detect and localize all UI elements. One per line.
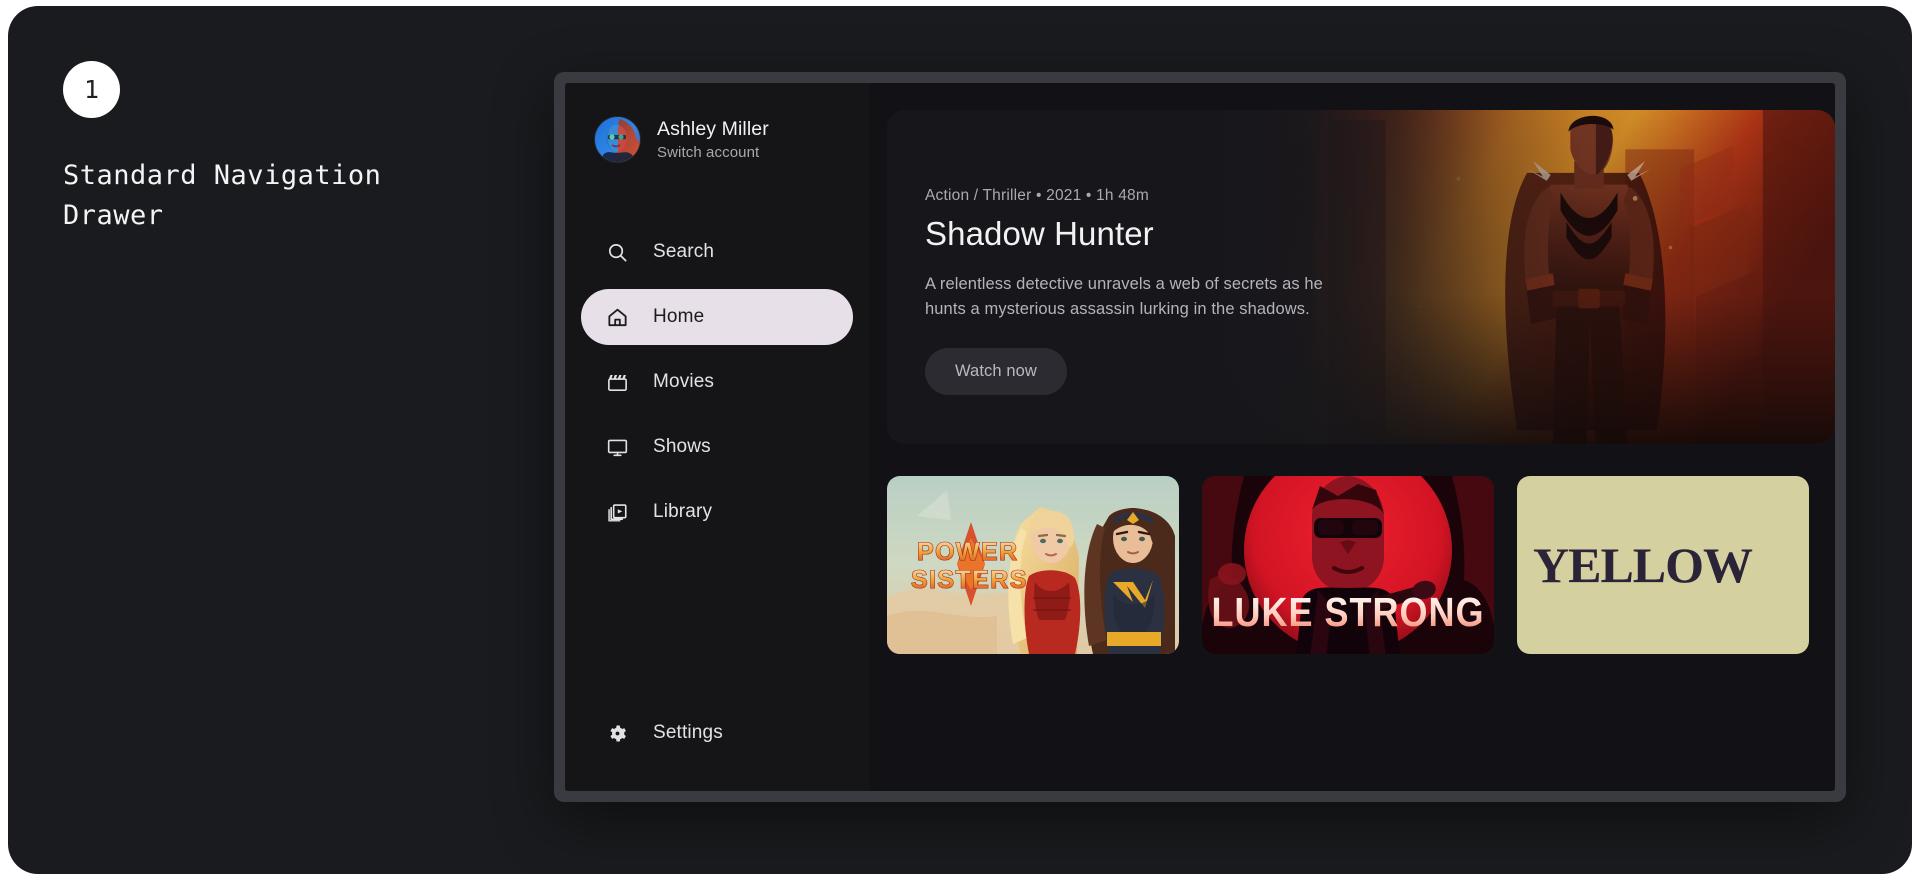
sidebar-item-label: Library bbox=[653, 501, 713, 522]
navigation-drawer: Ashley Miller Switch account Search Home… bbox=[565, 83, 869, 791]
nav-footer: Settings bbox=[565, 705, 869, 791]
page-canvas: 1 Standard Navigation Drawer Ashley Mill… bbox=[8, 6, 1912, 874]
avatar bbox=[595, 117, 640, 162]
movie-card-yellow[interactable]: YELLOW bbox=[1517, 476, 1809, 654]
account-name: Ashley Miller bbox=[657, 118, 769, 140]
search-icon bbox=[605, 240, 629, 264]
sidebar-item-label: Movies bbox=[653, 371, 715, 392]
hero-title: Shadow Hunter bbox=[925, 215, 1154, 252]
movie-card-power-sisters[interactable]: POWER SISTERS bbox=[887, 476, 1179, 654]
step-badge: 1 bbox=[63, 61, 120, 118]
movie-card-luke-strong[interactable]: LUKE STRONG bbox=[1202, 476, 1494, 654]
sidebar-item-home[interactable]: Home bbox=[581, 289, 853, 345]
sidebar-item-shows[interactable]: Shows bbox=[581, 419, 853, 475]
sidebar-item-library[interactable]: Library bbox=[581, 484, 853, 540]
svg-text:SISTERS: SISTERS bbox=[911, 566, 1028, 594]
sidebar-item-label: Home bbox=[653, 306, 705, 327]
svg-text:LUKE STRONG: LUKE STRONG bbox=[1211, 590, 1484, 635]
tv-icon bbox=[605, 435, 629, 459]
movie-carousel: POWER SISTERS LUKE STRONG YELLOW bbox=[887, 476, 1835, 654]
hero-banner[interactable]: Action / Thriller • 2021 • 1h 48m Shadow… bbox=[887, 110, 1835, 444]
sidebar-item-label: Settings bbox=[653, 722, 723, 743]
svg-text:YELLOW: YELLOW bbox=[1533, 537, 1753, 593]
annotation-panel: 1 Standard Navigation Drawer bbox=[63, 61, 423, 236]
sidebar-item-label: Shows bbox=[653, 436, 711, 457]
sidebar-item-settings[interactable]: Settings bbox=[581, 705, 853, 761]
watch-now-button[interactable]: Watch now bbox=[925, 348, 1067, 395]
nav-list: Search Home Movies Shows Library bbox=[565, 224, 869, 540]
sidebar-item-label: Search bbox=[653, 241, 715, 262]
sidebar-item-search[interactable]: Search bbox=[581, 224, 853, 280]
svg-text:POWER: POWER bbox=[917, 538, 1018, 566]
movie-icon bbox=[605, 370, 629, 394]
library-icon bbox=[605, 500, 629, 524]
hero-text-block: Action / Thriller • 2021 • 1h 48m Shadow… bbox=[887, 110, 1407, 395]
device-screen: Ashley Miller Switch account Search Home… bbox=[565, 83, 1835, 791]
account-switcher[interactable]: Ashley Miller Switch account bbox=[565, 111, 869, 162]
hero-meta: Action / Thriller • 2021 • 1h 48m bbox=[925, 187, 1149, 204]
gear-icon bbox=[605, 721, 629, 745]
device-frame: Ashley Miller Switch account Search Home… bbox=[554, 72, 1846, 802]
hero-description: A relentless detective unravels a web of… bbox=[925, 275, 1323, 318]
home-icon bbox=[605, 305, 629, 329]
sidebar-item-movies[interactable]: Movies bbox=[581, 354, 853, 410]
main-content: Action / Thriller • 2021 • 1h 48m Shadow… bbox=[869, 83, 1835, 791]
switch-account-label: Switch account bbox=[657, 144, 760, 161]
annotation-title: Standard Navigation Drawer bbox=[63, 160, 382, 231]
